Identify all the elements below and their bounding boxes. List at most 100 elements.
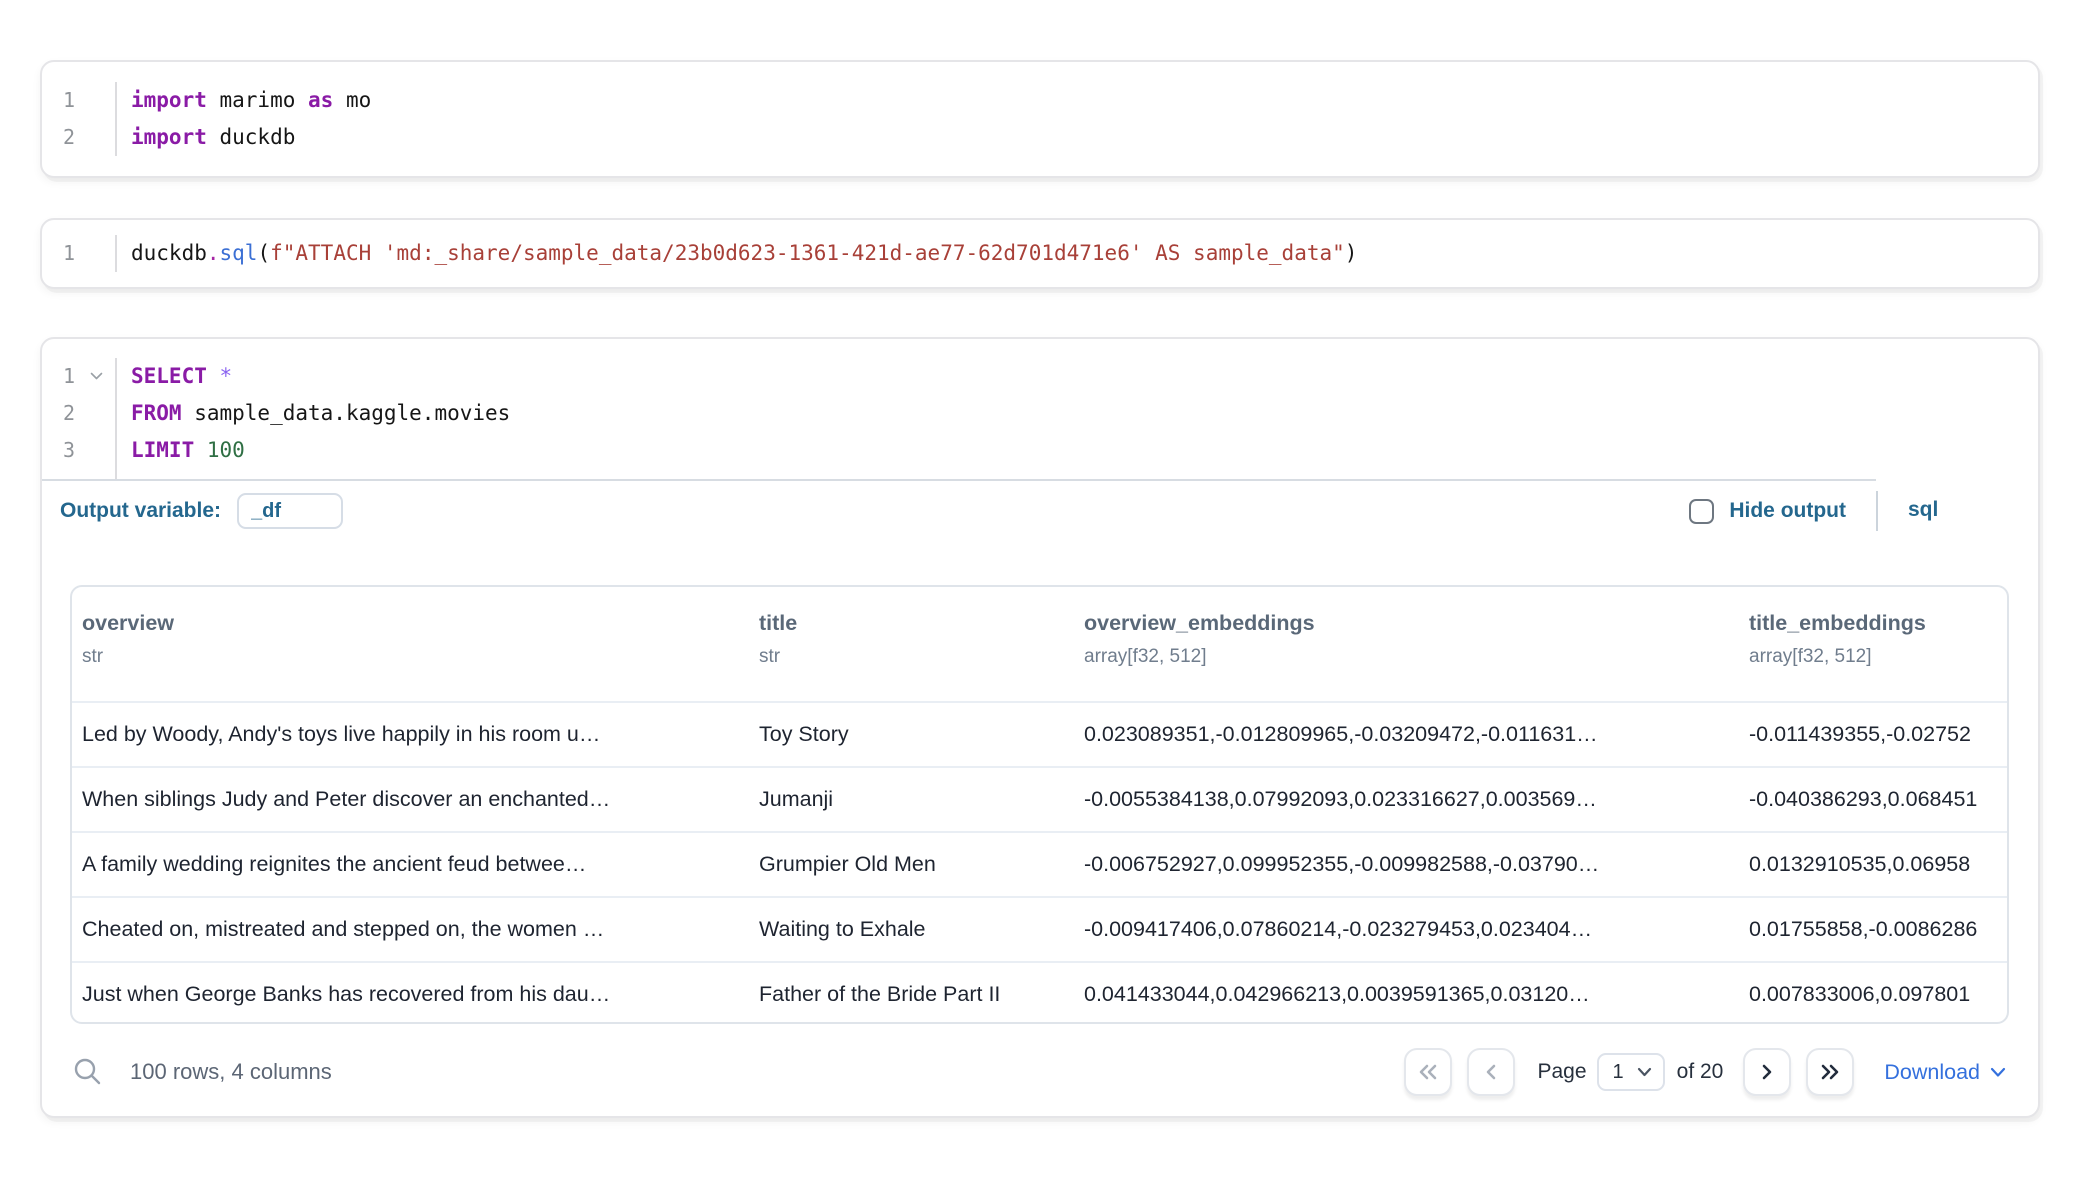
code-line: SELECT *: [131, 358, 2038, 395]
code-token: f"ATTACH 'md:_share/sample_data/23b0d623…: [270, 241, 1345, 265]
download-button[interactable]: Download: [1884, 1060, 2006, 1085]
chevron-down-icon: [1990, 1067, 2006, 1078]
code-token: .: [207, 241, 220, 265]
column-header-title-embeddings[interactable]: title_embeddings array[f32, 512]: [1749, 611, 2007, 701]
total-pages-label: of 20: [1677, 1060, 1724, 1084]
code-token: [194, 438, 207, 462]
code-token: import: [131, 125, 207, 149]
chevron-down-icon: [1637, 1067, 1652, 1077]
download-label: Download: [1884, 1060, 1980, 1085]
cell-title-embeddings: 0.007833006,0.097801: [1749, 982, 2007, 1007]
cell-overview-embeddings: -0.006752927,0.099952355,-0.009982588,-0…: [1084, 852, 1749, 877]
code-token: [207, 364, 220, 388]
page-number-value: 1: [1613, 1061, 1624, 1084]
cell-overview: Led by Woody, Andy's toys live happily i…: [72, 722, 759, 747]
code-token: *: [220, 364, 233, 388]
code-token: sample_data.kaggle.movies: [182, 401, 511, 425]
page-number-select[interactable]: 1: [1597, 1053, 1665, 1091]
cell-title-embeddings: 0.01755858,-0.0086286: [1749, 917, 2007, 942]
previous-page-icon: [1483, 1062, 1499, 1082]
cell-title: Waiting to Exhale: [759, 917, 1084, 942]
code-token: (: [257, 241, 270, 265]
cell-title: Grumpier Old Men: [759, 852, 1084, 877]
code-token: ): [1345, 241, 1358, 265]
code-token: marimo: [207, 88, 308, 112]
fold-chevron-down-icon[interactable]: [90, 372, 103, 381]
line-number-gutter: 1: [42, 235, 115, 272]
code-line: import marimo as mo: [131, 82, 2038, 119]
cell-title: Jumanji: [759, 787, 1084, 812]
table-footer: 100 rows, 4 columns Page 1 of 20: [42, 1024, 2038, 1120]
column-header-title[interactable]: title str: [759, 611, 1084, 701]
line-number: 1: [42, 82, 115, 119]
code-line: FROM sample_data.kaggle.movies: [131, 395, 2038, 432]
code-cell-imports[interactable]: 1 2 import marimo as mo import duckdb: [40, 60, 2040, 178]
table-row[interactable]: A family wedding reignites the ancient f…: [72, 831, 2007, 896]
cell-title: Toy Story: [759, 722, 1084, 747]
line-number: 3: [42, 432, 115, 469]
line-number: 1: [42, 235, 115, 272]
last-page-button[interactable]: [1806, 1048, 1854, 1096]
code-token: FROM: [131, 401, 182, 425]
code-token: SELECT: [131, 364, 207, 388]
hide-output-checkbox[interactable]: [1689, 499, 1714, 524]
first-page-button[interactable]: [1404, 1048, 1452, 1096]
next-page-button[interactable]: [1743, 1048, 1791, 1096]
line-number: 2: [42, 395, 115, 432]
sql-cell[interactable]: 1 2 3 SELECT * FROM sample_data.kaggle.m…: [40, 337, 2040, 1118]
line-number-gutter: 1 2: [42, 82, 115, 156]
cell-title-embeddings: 0.0132910535,0.06958: [1749, 852, 2007, 877]
language-badge-area: sql: [1876, 479, 2038, 541]
output-variable-label: Output variable:: [60, 499, 221, 523]
code-token: 100: [207, 438, 245, 462]
next-page-icon: [1759, 1062, 1775, 1082]
code-area[interactable]: SELECT * FROM sample_data.kaggle.movies …: [115, 358, 2038, 479]
code-line: import duckdb: [131, 119, 2038, 156]
code-token: sql: [220, 241, 258, 265]
code-editor[interactable]: 1 2 import marimo as mo import duckdb: [42, 62, 2038, 156]
language-badge[interactable]: sql: [1908, 498, 1938, 522]
last-page-icon: [1819, 1062, 1841, 1082]
row-count-summary: 100 rows, 4 columns: [130, 1059, 332, 1085]
cell-overview: When siblings Judy and Peter discover an…: [72, 787, 759, 812]
cell-overview-embeddings: -0.009417406,0.07860214,-0.023279453,0.0…: [1084, 917, 1749, 942]
line-number: 2: [42, 119, 115, 156]
table-row[interactable]: Just when George Banks has recovered fro…: [72, 961, 2007, 1024]
code-cell-attach[interactable]: 1 duckdb.sql(f"ATTACH 'md:_share/sample_…: [40, 218, 2040, 289]
search-icon: [72, 1056, 104, 1088]
page-label: Page: [1537, 1060, 1586, 1084]
table-row[interactable]: Led by Woody, Andy's toys live happily i…: [72, 701, 2007, 766]
code-line: duckdb.sql(f"ATTACH 'md:_share/sample_da…: [131, 235, 2038, 272]
table-row[interactable]: Cheated on, mistreated and stepped on, t…: [72, 896, 2007, 961]
search-button[interactable]: [72, 1056, 104, 1088]
code-token: LIMIT: [131, 438, 194, 462]
column-header-overview[interactable]: overview str: [72, 611, 759, 701]
cell-title: Father of the Bride Part II: [759, 982, 1084, 1007]
cell-overview-embeddings: -0.0055384138,0.07992093,0.023316627,0.0…: [1084, 787, 1749, 812]
code-token: import: [131, 88, 207, 112]
code-token: mo: [333, 88, 371, 112]
code-token: duckdb: [131, 241, 207, 265]
line-number-gutter: 1 2 3: [42, 358, 115, 479]
code-line: LIMIT 100: [131, 432, 2038, 469]
result-table: overview str title str overview_embeddin…: [70, 585, 2009, 1024]
cell-overview: Cheated on, mistreated and stepped on, t…: [72, 917, 759, 942]
output-bar: Output variable: Hide output sql: [42, 479, 2038, 541]
output-variable-input[interactable]: [237, 493, 343, 529]
code-token: duckdb: [207, 125, 296, 149]
code-editor[interactable]: 1 duckdb.sql(f"ATTACH 'md:_share/sample_…: [42, 220, 2038, 272]
output-bar-main: Output variable: Hide output: [42, 479, 1876, 541]
table-row[interactable]: When siblings Judy and Peter discover an…: [72, 766, 2007, 831]
cell-overview: A family wedding reignites the ancient f…: [72, 852, 759, 877]
hide-output-label[interactable]: Hide output: [1729, 499, 1846, 523]
pagination: Page 1 of 20 Download: [1404, 1048, 2006, 1096]
previous-page-button[interactable]: [1467, 1048, 1515, 1096]
code-token: as: [308, 88, 333, 112]
table-header-row: overview str title str overview_embeddin…: [72, 587, 2007, 701]
code-area[interactable]: import marimo as mo import duckdb: [115, 82, 2038, 156]
cell-title-embeddings: -0.011439355,-0.02752: [1749, 722, 2007, 747]
cell-overview-embeddings: 0.023089351,-0.012809965,-0.03209472,-0.…: [1084, 722, 1749, 747]
column-header-overview-embeddings[interactable]: overview_embeddings array[f32, 512]: [1084, 611, 1749, 701]
code-area[interactable]: duckdb.sql(f"ATTACH 'md:_share/sample_da…: [115, 235, 2038, 272]
code-editor[interactable]: 1 2 3 SELECT * FROM sample_data.kaggle.m…: [42, 339, 2038, 479]
